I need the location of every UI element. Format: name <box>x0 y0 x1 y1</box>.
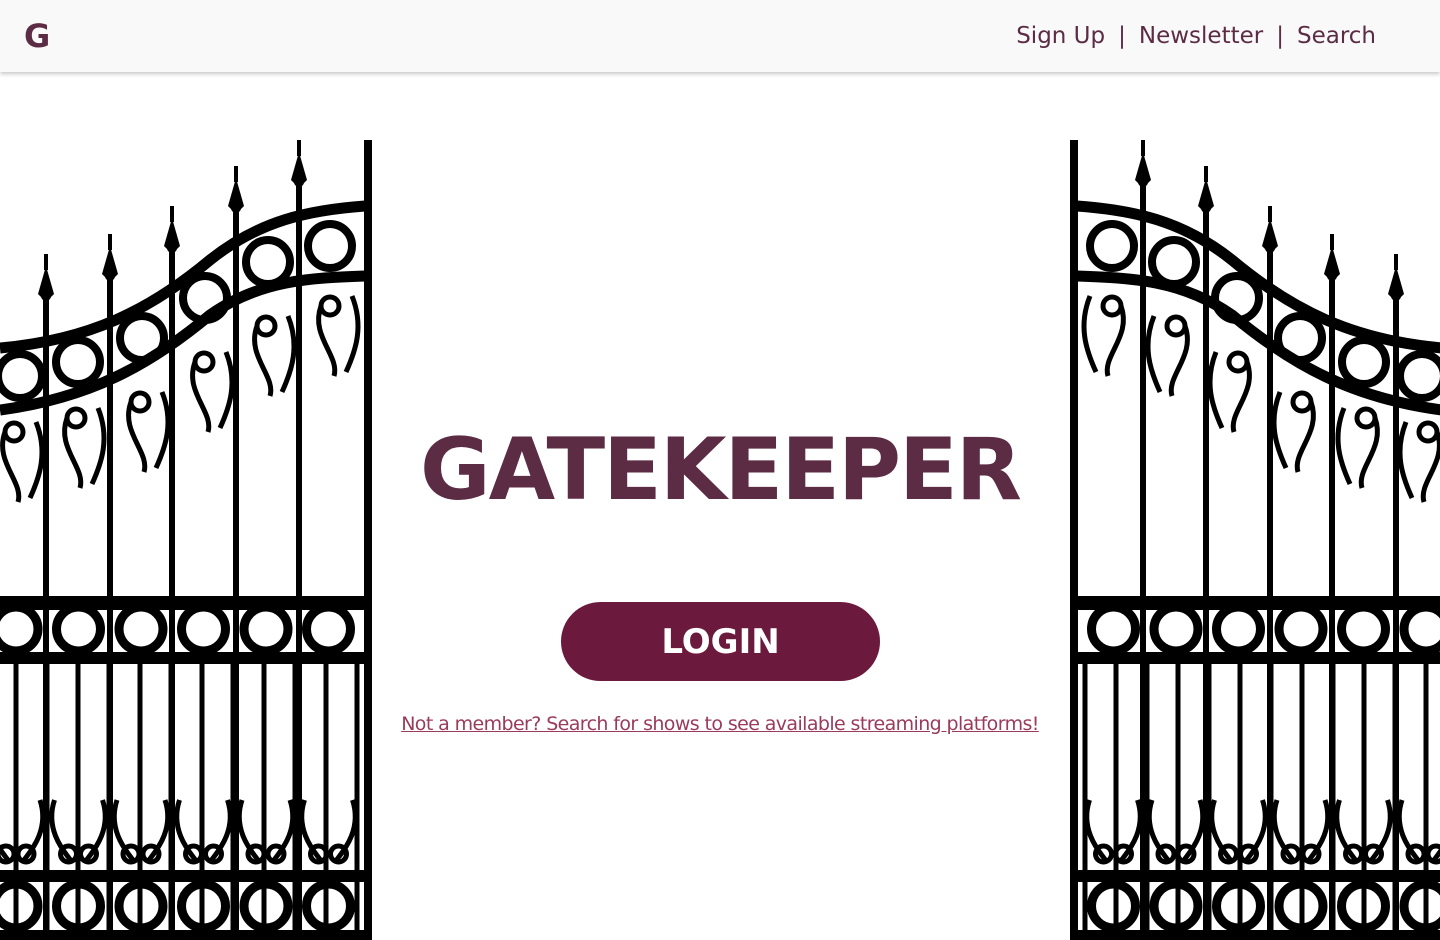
main-nav: Sign Up | Newsletter | Search <box>1016 20 1376 52</box>
iron-gate-right-icon <box>1070 140 1440 940</box>
search-shows-link[interactable]: Not a member? Search for shows to see av… <box>370 711 1070 737</box>
iron-gate-left-icon <box>0 140 372 940</box>
page-title: GATEKEEPER <box>419 420 1022 520</box>
top-navigation-bar: G Sign Up | Newsletter | Search <box>0 0 1440 72</box>
login-button[interactable]: LOGIN <box>561 602 880 681</box>
logo[interactable]: G <box>24 16 50 56</box>
nav-newsletter-link[interactable]: Newsletter <box>1139 20 1263 52</box>
nav-sign-up-link[interactable]: Sign Up <box>1016 20 1105 52</box>
nav-separator: | <box>1276 23 1284 49</box>
nav-search-link[interactable]: Search <box>1297 20 1376 52</box>
nav-separator: | <box>1118 23 1126 49</box>
